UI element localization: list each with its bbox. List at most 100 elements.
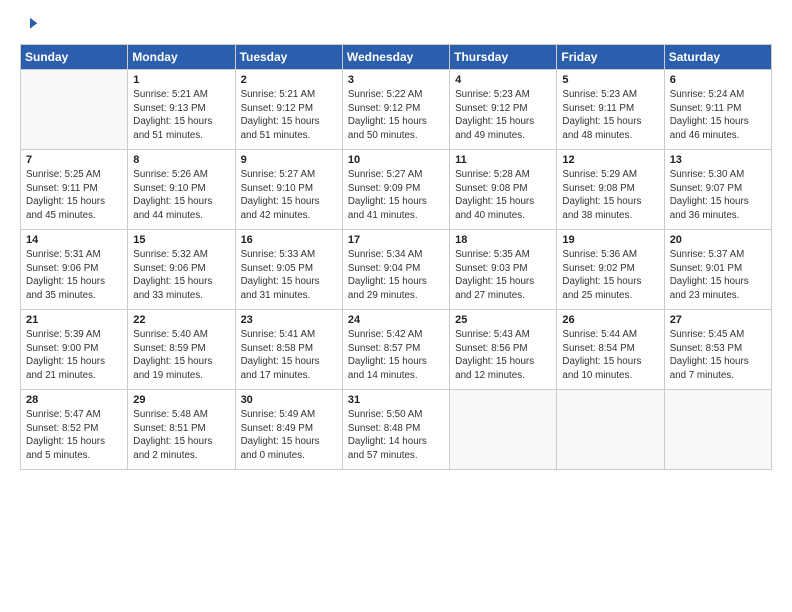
week-row-3: 14 Sunrise: 5:31 AM Sunset: 9:06 PM Dayli… — [21, 230, 772, 310]
day-info: Sunrise: 5:23 AM Sunset: 9:12 PM Dayligh… — [455, 88, 551, 143]
day-info: Sunrise: 5:49 AM Sunset: 8:49 PM Dayligh… — [241, 408, 337, 463]
day-info: Sunrise: 5:23 AM Sunset: 9:11 PM Dayligh… — [562, 88, 658, 143]
day-cell: 22 Sunrise: 5:40 AM Sunset: 8:59 PM Dayli… — [128, 310, 235, 390]
day-info: Sunrise: 5:48 AM Sunset: 8:51 PM Dayligh… — [133, 408, 229, 463]
day-info: Sunrise: 5:45 AM Sunset: 8:53 PM Dayligh… — [670, 328, 766, 383]
day-cell: 29 Sunrise: 5:48 AM Sunset: 8:51 PM Dayli… — [128, 390, 235, 470]
day-cell: 12 Sunrise: 5:29 AM Sunset: 9:08 PM Dayli… — [557, 150, 664, 230]
day-cell: 25 Sunrise: 5:43 AM Sunset: 8:56 PM Dayli… — [450, 310, 557, 390]
day-cell: 16 Sunrise: 5:33 AM Sunset: 9:05 PM Dayli… — [235, 230, 342, 310]
day-cell — [450, 390, 557, 470]
day-cell: 3Sunrise: 5:22 AM Sunset: 9:12 PM Daylig… — [342, 70, 449, 150]
day-number: 7 — [26, 154, 122, 166]
day-number: 22 — [133, 314, 229, 326]
week-row-2: 7 Sunrise: 5:25 AM Sunset: 9:11 PM Daylig… — [21, 150, 772, 230]
day-number: 30 — [241, 394, 337, 406]
day-number: 9 — [241, 154, 337, 166]
day-number: 20 — [670, 234, 766, 246]
day-cell: 26 Sunrise: 5:44 AM Sunset: 8:54 PM Dayli… — [557, 310, 664, 390]
week-row-4: 21 Sunrise: 5:39 AM Sunset: 9:00 PM Dayli… — [21, 310, 772, 390]
weekday-header-sunday: Sunday — [21, 45, 128, 70]
day-cell: 17 Sunrise: 5:34 AM Sunset: 9:04 PM Dayli… — [342, 230, 449, 310]
day-number: 15 — [133, 234, 229, 246]
day-cell: 6 Sunrise: 5:24 AM Sunset: 9:11 PM Daylig… — [664, 70, 771, 150]
logo-flag-icon — [21, 16, 39, 34]
week-row-1: 1Sunrise: 5:21 AM Sunset: 9:13 PM Daylig… — [21, 70, 772, 150]
day-number: 12 — [562, 154, 658, 166]
day-number: 19 — [562, 234, 658, 246]
day-cell: 13Sunrise: 5:30 AM Sunset: 9:07 PM Dayli… — [664, 150, 771, 230]
day-info: Sunrise: 5:36 AM Sunset: 9:02 PM Dayligh… — [562, 248, 658, 303]
day-number: 2 — [241, 74, 337, 86]
day-info: Sunrise: 5:27 AM Sunset: 9:09 PM Dayligh… — [348, 168, 444, 223]
day-number: 27 — [670, 314, 766, 326]
day-cell: 31Sunrise: 5:50 AM Sunset: 8:48 PM Dayli… — [342, 390, 449, 470]
day-cell: 27 Sunrise: 5:45 AM Sunset: 8:53 PM Dayli… — [664, 310, 771, 390]
day-number: 25 — [455, 314, 551, 326]
day-cell: 30 Sunrise: 5:49 AM Sunset: 8:49 PM Dayli… — [235, 390, 342, 470]
day-number: 18 — [455, 234, 551, 246]
day-cell: 24Sunrise: 5:42 AM Sunset: 8:57 PM Dayli… — [342, 310, 449, 390]
day-info: Sunrise: 5:25 AM Sunset: 9:11 PM Dayligh… — [26, 168, 122, 223]
calendar-table: SundayMondayTuesdayWednesdayThursdayFrid… — [20, 44, 772, 470]
page: SundayMondayTuesdayWednesdayThursdayFrid… — [0, 0, 792, 612]
day-cell: 5 Sunrise: 5:23 AM Sunset: 9:11 PM Daylig… — [557, 70, 664, 150]
day-cell: 7 Sunrise: 5:25 AM Sunset: 9:11 PM Daylig… — [21, 150, 128, 230]
day-cell: 20Sunrise: 5:37 AM Sunset: 9:01 PM Dayli… — [664, 230, 771, 310]
day-number: 23 — [241, 314, 337, 326]
day-number: 31 — [348, 394, 444, 406]
day-info: Sunrise: 5:32 AM Sunset: 9:06 PM Dayligh… — [133, 248, 229, 303]
day-number: 10 — [348, 154, 444, 166]
day-number: 5 — [562, 74, 658, 86]
weekday-header-saturday: Saturday — [664, 45, 771, 70]
day-cell: 1Sunrise: 5:21 AM Sunset: 9:13 PM Daylig… — [128, 70, 235, 150]
week-row-5: 28Sunrise: 5:47 AM Sunset: 8:52 PM Dayli… — [21, 390, 772, 470]
weekday-header-tuesday: Tuesday — [235, 45, 342, 70]
day-info: Sunrise: 5:43 AM Sunset: 8:56 PM Dayligh… — [455, 328, 551, 383]
day-number: 14 — [26, 234, 122, 246]
weekday-header-row: SundayMondayTuesdayWednesdayThursdayFrid… — [21, 45, 772, 70]
day-info: Sunrise: 5:29 AM Sunset: 9:08 PM Dayligh… — [562, 168, 658, 223]
day-info: Sunrise: 5:21 AM Sunset: 9:12 PM Dayligh… — [241, 88, 337, 143]
weekday-header-monday: Monday — [128, 45, 235, 70]
day-info: Sunrise: 5:33 AM Sunset: 9:05 PM Dayligh… — [241, 248, 337, 303]
day-number: 16 — [241, 234, 337, 246]
day-cell: 23 Sunrise: 5:41 AM Sunset: 8:58 PM Dayli… — [235, 310, 342, 390]
day-number: 29 — [133, 394, 229, 406]
day-cell: 18 Sunrise: 5:35 AM Sunset: 9:03 PM Dayli… — [450, 230, 557, 310]
day-info: Sunrise: 5:24 AM Sunset: 9:11 PM Dayligh… — [670, 88, 766, 143]
weekday-header-wednesday: Wednesday — [342, 45, 449, 70]
day-number: 1 — [133, 74, 229, 86]
day-number: 28 — [26, 394, 122, 406]
day-info: Sunrise: 5:41 AM Sunset: 8:58 PM Dayligh… — [241, 328, 337, 383]
day-number: 4 — [455, 74, 551, 86]
day-info: Sunrise: 5:34 AM Sunset: 9:04 PM Dayligh… — [348, 248, 444, 303]
day-cell: 21 Sunrise: 5:39 AM Sunset: 9:00 PM Dayli… — [21, 310, 128, 390]
day-number: 24 — [348, 314, 444, 326]
weekday-header-thursday: Thursday — [450, 45, 557, 70]
weekday-header-friday: Friday — [557, 45, 664, 70]
day-cell: 14 Sunrise: 5:31 AM Sunset: 9:06 PM Dayli… — [21, 230, 128, 310]
day-info: Sunrise: 5:39 AM Sunset: 9:00 PM Dayligh… — [26, 328, 122, 383]
day-info: Sunrise: 5:44 AM Sunset: 8:54 PM Dayligh… — [562, 328, 658, 383]
day-number: 17 — [348, 234, 444, 246]
day-cell: 28Sunrise: 5:47 AM Sunset: 8:52 PM Dayli… — [21, 390, 128, 470]
day-cell: 15 Sunrise: 5:32 AM Sunset: 9:06 PM Dayli… — [128, 230, 235, 310]
logo — [20, 16, 39, 34]
day-cell — [664, 390, 771, 470]
day-number: 26 — [562, 314, 658, 326]
day-info: Sunrise: 5:26 AM Sunset: 9:10 PM Dayligh… — [133, 168, 229, 223]
day-info: Sunrise: 5:35 AM Sunset: 9:03 PM Dayligh… — [455, 248, 551, 303]
day-number: 8 — [133, 154, 229, 166]
day-cell — [557, 390, 664, 470]
day-number: 11 — [455, 154, 551, 166]
day-number: 6 — [670, 74, 766, 86]
day-info: Sunrise: 5:27 AM Sunset: 9:10 PM Dayligh… — [241, 168, 337, 223]
day-info: Sunrise: 5:40 AM Sunset: 8:59 PM Dayligh… — [133, 328, 229, 383]
day-cell — [21, 70, 128, 150]
day-cell: 19 Sunrise: 5:36 AM Sunset: 9:02 PM Dayli… — [557, 230, 664, 310]
day-cell: 10 Sunrise: 5:27 AM Sunset: 9:09 PM Dayli… — [342, 150, 449, 230]
day-number: 21 — [26, 314, 122, 326]
day-info: Sunrise: 5:30 AM Sunset: 9:07 PM Dayligh… — [670, 168, 766, 223]
day-info: Sunrise: 5:31 AM Sunset: 9:06 PM Dayligh… — [26, 248, 122, 303]
